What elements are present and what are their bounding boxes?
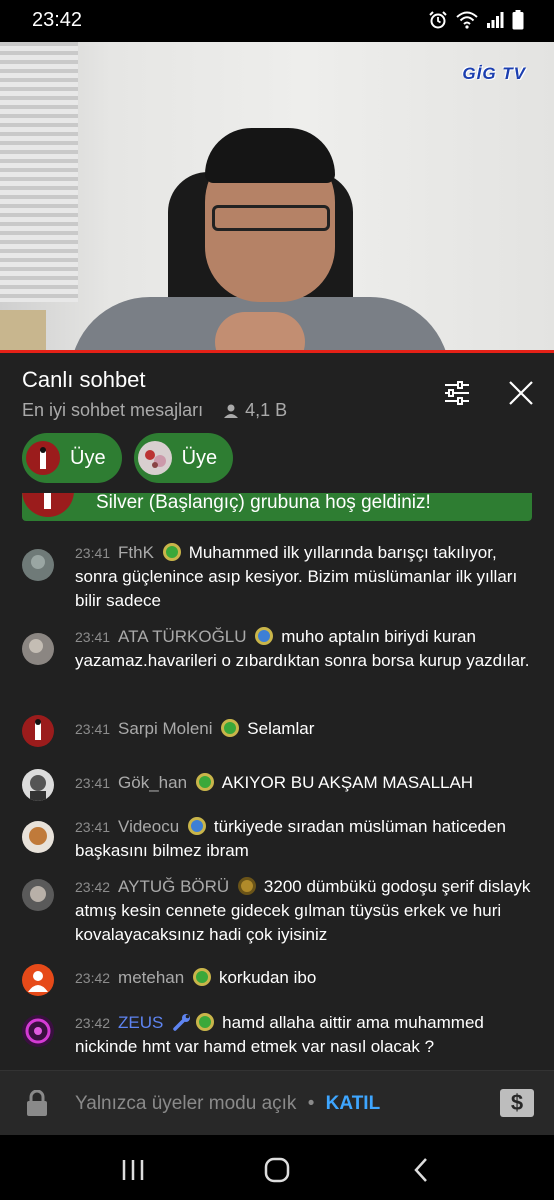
user-avatar[interactable] bbox=[22, 769, 54, 801]
message-text: Selamlar bbox=[247, 719, 315, 738]
alarm-icon bbox=[429, 11, 447, 29]
member-chip-label: Üye bbox=[181, 446, 218, 469]
desk-object bbox=[0, 310, 46, 350]
system-nav-bar bbox=[0, 1135, 554, 1200]
message-author[interactable]: FthK bbox=[118, 543, 154, 562]
chat-input-bar: Yalnızca üyeler modu açık • KATIL $ bbox=[0, 1070, 554, 1135]
message-time: 23:41 bbox=[75, 721, 111, 737]
channel-logo: GİG TV bbox=[462, 64, 526, 83]
welcome-banner-text: Silver (Başlangıç) grubuna hoş geldiniz! bbox=[96, 493, 431, 513]
member-badge-icon bbox=[195, 773, 214, 791]
viewer-count-value: 4,1 B bbox=[245, 400, 288, 420]
recent-apps-button[interactable] bbox=[118, 1155, 148, 1185]
message-author[interactable]: AYTUĞ BÖRÜ bbox=[118, 877, 229, 896]
member-badge-icon bbox=[237, 877, 256, 895]
message-text: AKIYOR BU AKŞAM MASALLAH bbox=[221, 773, 474, 792]
status-time: 23:42 bbox=[32, 9, 83, 31]
message-time: 23:41 bbox=[75, 545, 111, 561]
lock-icon bbox=[27, 1090, 47, 1116]
chat-header: Canlı sohbet En iyi sohbet mesajları 4,1… bbox=[0, 353, 554, 493]
chat-mode-selector[interactable]: En iyi sohbet mesajları 4,1 B bbox=[22, 400, 287, 421]
member-avatar bbox=[137, 441, 172, 475]
member-chip-label: Üye bbox=[70, 446, 106, 469]
member-chip[interactable]: Üye bbox=[22, 433, 122, 483]
member-avatar bbox=[26, 441, 60, 475]
member-badge-icon bbox=[192, 968, 211, 986]
super-chat-button[interactable]: $ bbox=[500, 1089, 534, 1117]
message-time: 23:41 bbox=[75, 819, 111, 835]
message-text: korkudan ibo bbox=[218, 968, 317, 987]
member-badge-icon bbox=[221, 719, 240, 737]
close-icon bbox=[509, 381, 533, 405]
home-icon bbox=[264, 1157, 290, 1183]
viewer-count: 4,1 B bbox=[223, 400, 287, 421]
user-avatar[interactable] bbox=[22, 964, 54, 996]
sliders-icon bbox=[445, 381, 469, 405]
status-icons bbox=[428, 10, 524, 30]
member-badge-icon bbox=[187, 817, 206, 835]
home-button[interactable] bbox=[262, 1155, 292, 1185]
status-bar: 23:42 bbox=[0, 0, 554, 42]
battery-icon bbox=[512, 10, 524, 30]
back-button[interactable] bbox=[406, 1155, 436, 1185]
message-time: 23:42 bbox=[75, 970, 111, 986]
message-time: 23:41 bbox=[75, 775, 111, 791]
recent-apps-icon bbox=[122, 1160, 144, 1180]
presenter-glasses bbox=[212, 205, 330, 231]
moderator-wrench-icon bbox=[173, 1014, 191, 1031]
user-avatar[interactable] bbox=[22, 879, 54, 911]
members-only-notice: Yalnızca üyeler modu açık • KATIL bbox=[75, 1093, 380, 1115]
chat-message-list[interactable]: Silver (Başlangıç) grubuna hoş geldiniz!… bbox=[0, 493, 554, 1070]
message-author[interactable]: Sarpi Moleni bbox=[118, 719, 213, 738]
message-author[interactable]: metehan bbox=[118, 968, 184, 987]
message-author[interactable]: ZEUS bbox=[118, 1013, 163, 1032]
message-author[interactable]: Videocu bbox=[118, 817, 179, 836]
presenter-hand bbox=[215, 312, 305, 350]
member-chips: Üye Üye bbox=[22, 433, 234, 483]
close-button[interactable] bbox=[503, 375, 539, 411]
back-icon bbox=[414, 1158, 427, 1182]
user-avatar[interactable] bbox=[22, 549, 54, 581]
message-author[interactable]: Gök_han bbox=[118, 773, 187, 792]
user-avatar[interactable] bbox=[22, 821, 54, 853]
chat-title: Canlı sohbet bbox=[22, 367, 146, 392]
filter-button[interactable] bbox=[439, 375, 475, 411]
user-avatar[interactable] bbox=[22, 715, 54, 747]
member-badge-icon bbox=[196, 1013, 215, 1031]
message-time: 23:42 bbox=[75, 879, 111, 895]
message-author[interactable]: ATA TÜRKOĞLU bbox=[118, 627, 246, 646]
window-blinds bbox=[0, 42, 78, 302]
separator-dot: • bbox=[307, 1093, 315, 1114]
member-chip[interactable]: Üye bbox=[133, 433, 234, 483]
user-avatar[interactable] bbox=[22, 1015, 54, 1047]
wifi-icon bbox=[456, 11, 478, 29]
message-time: 23:41 bbox=[75, 629, 111, 645]
chat-mode-label: En iyi sohbet mesajları bbox=[22, 400, 204, 420]
video-player[interactable]: GİG TV bbox=[0, 42, 554, 350]
person-icon bbox=[224, 404, 239, 418]
members-only-text: Yalnızca üyeler modu açık bbox=[75, 1093, 297, 1114]
member-badge-icon bbox=[162, 543, 181, 561]
member-badge-icon bbox=[255, 627, 274, 645]
join-button[interactable]: KATIL bbox=[326, 1093, 381, 1114]
user-avatar[interactable] bbox=[22, 633, 54, 665]
presenter-hair bbox=[205, 128, 335, 183]
message-time: 23:42 bbox=[75, 1015, 111, 1031]
signal-icon bbox=[487, 12, 504, 28]
